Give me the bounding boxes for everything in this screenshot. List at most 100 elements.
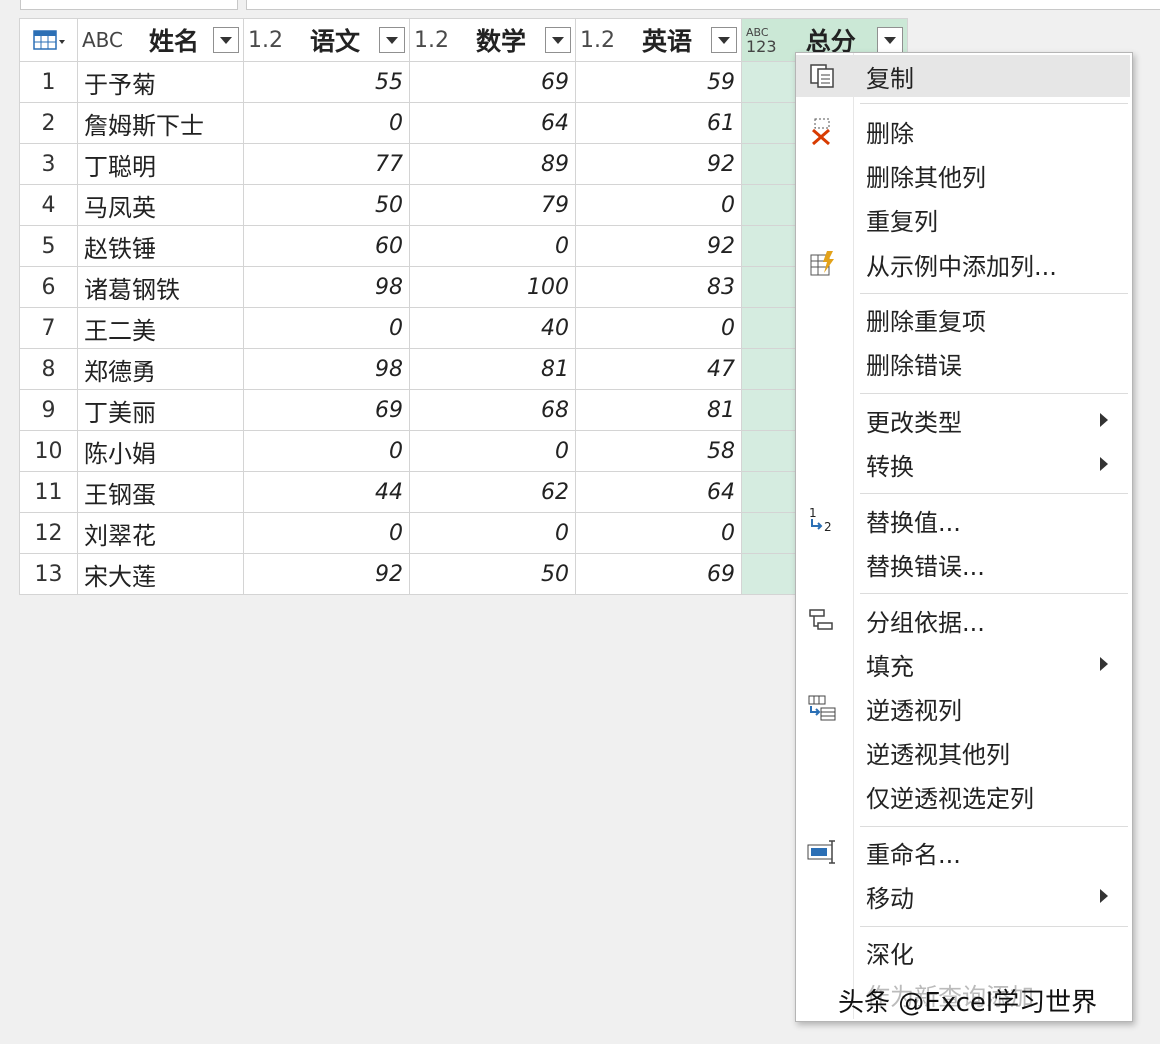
- menu-item-replace-values[interactable]: 12 替换值...: [796, 499, 1130, 541]
- filter-dropdown-button[interactable]: [213, 27, 239, 53]
- row-number[interactable]: 6: [19, 266, 78, 308]
- cell-english-score[interactable]: 58: [575, 430, 742, 472]
- menu-item-group-by[interactable]: 分组依据...: [796, 599, 1130, 641]
- cell-math-score[interactable]: 79: [409, 184, 576, 226]
- row-number[interactable]: 12: [19, 512, 78, 554]
- menu-item-change-type[interactable]: 更改类型: [796, 399, 1130, 441]
- row-number[interactable]: 5: [19, 225, 78, 267]
- column-header-math[interactable]: 1.2 数学: [409, 18, 576, 62]
- filter-dropdown-button[interactable]: [877, 27, 903, 53]
- row-number[interactable]: 8: [19, 348, 78, 390]
- row-number[interactable]: 7: [19, 307, 78, 349]
- menu-item-remove-errors[interactable]: 删除错误: [796, 342, 1130, 384]
- cell-english-score[interactable]: 92: [575, 143, 742, 185]
- name-box[interactable]: [20, 0, 238, 10]
- table-row[interactable]: 10 陈小娟 0 0 58: [19, 430, 908, 472]
- menu-item-add-column-from-examples[interactable]: 从示例中添加列...: [796, 243, 1130, 285]
- cell-chinese-score[interactable]: 0: [243, 102, 410, 144]
- cell-english-score[interactable]: 64: [575, 471, 742, 513]
- table-row[interactable]: 12 刘翠花 0 0 0: [19, 512, 908, 554]
- filter-dropdown-button[interactable]: [545, 27, 571, 53]
- cell-math-score[interactable]: 50: [409, 553, 576, 595]
- filter-dropdown-button[interactable]: [379, 27, 405, 53]
- column-header-chinese[interactable]: 1.2 语文: [243, 18, 410, 62]
- cell-name[interactable]: 丁聪明: [77, 143, 244, 185]
- table-row[interactable]: 2 詹姆斯下士 0 64 61: [19, 102, 908, 144]
- cell-english-score[interactable]: 47: [575, 348, 742, 390]
- menu-item-rename[interactable]: 重命名...: [796, 831, 1130, 873]
- cell-name[interactable]: 马凤英: [77, 184, 244, 226]
- row-number[interactable]: 10: [19, 430, 78, 472]
- cell-name[interactable]: 于予菊: [77, 61, 244, 103]
- cell-english-score[interactable]: 69: [575, 553, 742, 595]
- cell-name[interactable]: 郑德勇: [77, 348, 244, 390]
- menu-item-remove-other-columns[interactable]: 删除其他列: [796, 154, 1130, 196]
- cell-math-score[interactable]: 68: [409, 389, 576, 431]
- table-row[interactable]: 4 马凤英 50 79 0: [19, 184, 908, 226]
- cell-english-score[interactable]: 61: [575, 102, 742, 144]
- menu-item-replace-errors[interactable]: 替换错误...: [796, 543, 1130, 585]
- cell-english-score[interactable]: 0: [575, 307, 742, 349]
- cell-english-score[interactable]: 59: [575, 61, 742, 103]
- cell-chinese-score[interactable]: 0: [243, 430, 410, 472]
- table-row[interactable]: 5 赵铁锤 60 0 92: [19, 225, 908, 267]
- cell-chinese-score[interactable]: 44: [243, 471, 410, 513]
- any-type-icon[interactable]: ABC 123: [746, 26, 777, 55]
- menu-item-unpivot-only-selected[interactable]: 仅逆透视选定列: [796, 775, 1130, 817]
- table-row[interactable]: 3 丁聪明 77 89 92: [19, 143, 908, 185]
- cell-english-score[interactable]: 92: [575, 225, 742, 267]
- cell-math-score[interactable]: 81: [409, 348, 576, 390]
- table-row[interactable]: 8 郑德勇 98 81 47: [19, 348, 908, 390]
- cell-name[interactable]: 赵铁锤: [77, 225, 244, 267]
- cell-math-score[interactable]: 0: [409, 430, 576, 472]
- row-number[interactable]: 2: [19, 102, 78, 144]
- cell-math-score[interactable]: 100: [409, 266, 576, 308]
- decimal-type-icon[interactable]: 1.2: [580, 28, 615, 53]
- cell-math-score[interactable]: 89: [409, 143, 576, 185]
- menu-item-remove[interactable]: 删除: [796, 110, 1130, 152]
- table-row[interactable]: 13 宋大莲 92 50 69: [19, 553, 908, 595]
- row-number[interactable]: 1: [19, 61, 78, 103]
- cell-english-score[interactable]: 81: [575, 389, 742, 431]
- menu-item-unpivot-other-columns[interactable]: 逆透视其他列: [796, 731, 1130, 773]
- cell-name[interactable]: 刘翠花: [77, 512, 244, 554]
- cell-name[interactable]: 诸葛钢铁: [77, 266, 244, 308]
- menu-item-move[interactable]: 移动: [796, 875, 1130, 917]
- table-row[interactable]: 6 诸葛钢铁 98 100 83: [19, 266, 908, 308]
- cell-english-score[interactable]: 83: [575, 266, 742, 308]
- cell-math-score[interactable]: 0: [409, 225, 576, 267]
- cell-chinese-score[interactable]: 60: [243, 225, 410, 267]
- cell-chinese-score[interactable]: 0: [243, 307, 410, 349]
- cell-math-score[interactable]: 69: [409, 61, 576, 103]
- row-number[interactable]: 4: [19, 184, 78, 226]
- menu-item-transform[interactable]: 转换: [796, 443, 1130, 485]
- cell-chinese-score[interactable]: 0: [243, 512, 410, 554]
- filter-dropdown-button[interactable]: [711, 27, 737, 53]
- cell-math-score[interactable]: 40: [409, 307, 576, 349]
- cell-name[interactable]: 詹姆斯下士: [77, 102, 244, 144]
- decimal-type-icon[interactable]: 1.2: [248, 28, 283, 53]
- menu-item-unpivot-columns[interactable]: 逆透视列: [796, 687, 1130, 729]
- cell-chinese-score[interactable]: 55: [243, 61, 410, 103]
- cell-chinese-score[interactable]: 50: [243, 184, 410, 226]
- row-number[interactable]: 3: [19, 143, 78, 185]
- menu-item-fill[interactable]: 填充: [796, 643, 1130, 685]
- cell-name[interactable]: 王二美: [77, 307, 244, 349]
- menu-item-drill-down[interactable]: 深化: [796, 931, 1130, 973]
- decimal-type-icon[interactable]: 1.2: [414, 28, 449, 53]
- cell-name[interactable]: 丁美丽: [77, 389, 244, 431]
- row-number[interactable]: 11: [19, 471, 78, 513]
- row-number[interactable]: 13: [19, 553, 78, 595]
- table-row[interactable]: 9 丁美丽 69 68 81: [19, 389, 908, 431]
- cell-chinese-score[interactable]: 92: [243, 553, 410, 595]
- cell-name[interactable]: 宋大莲: [77, 553, 244, 595]
- formula-bar[interactable]: [246, 0, 1160, 10]
- table-row[interactable]: 1 于予菊 55 69 59: [19, 61, 908, 103]
- cell-chinese-score[interactable]: 77: [243, 143, 410, 185]
- table-corner-menu[interactable]: [19, 18, 78, 62]
- column-header-name[interactable]: ABC 姓名: [77, 18, 244, 62]
- cell-english-score[interactable]: 0: [575, 184, 742, 226]
- cell-name[interactable]: 陈小娟: [77, 430, 244, 472]
- cell-math-score[interactable]: 0: [409, 512, 576, 554]
- cell-chinese-score[interactable]: 98: [243, 348, 410, 390]
